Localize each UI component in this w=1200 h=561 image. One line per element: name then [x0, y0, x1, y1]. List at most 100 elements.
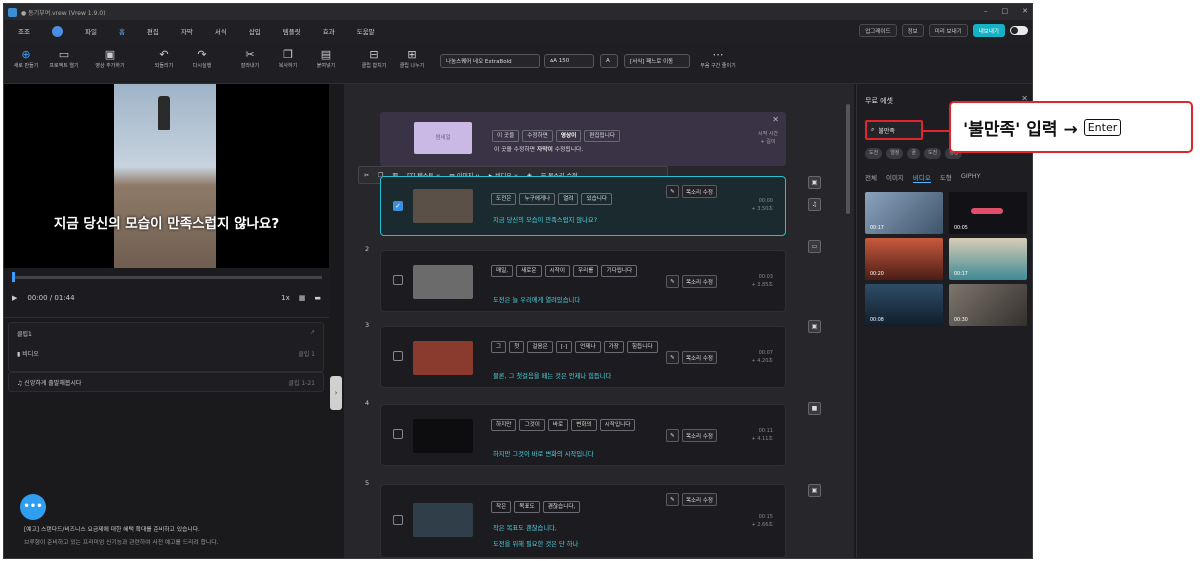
word-chip[interactable]: 새로운 — [516, 265, 542, 277]
word-chip[interactable]: 하지만 — [491, 419, 517, 431]
video-preview[interactable]: 지금 당신의 모습이 만족스럽지 않나요? — [4, 84, 329, 268]
music-note-icon[interactable]: ♫ — [808, 198, 821, 211]
clip-thumbnail[interactable] — [413, 419, 473, 453]
play-icon[interactable]: ▶ — [12, 294, 17, 302]
voice-edit-button[interactable]: 목소리 수정 — [681, 493, 717, 506]
word-chip[interactable]: 언제나 — [575, 341, 601, 353]
close-icon[interactable]: ✕ — [1022, 7, 1028, 15]
word-chip[interactable]: 열려 — [558, 193, 579, 205]
pencil-icon[interactable]: ✎ — [665, 429, 679, 442]
new-project-button[interactable]: ⊕ 새로 만들기 — [6, 48, 46, 69]
copy-button[interactable]: ❐ 복사하기 — [268, 48, 308, 69]
clip-side-icon[interactable]: ▭ — [808, 240, 821, 253]
word-chip[interactable]: 힘듭니다 — [626, 341, 658, 353]
word-chip[interactable]: [-] — [555, 341, 573, 353]
clip-checkbox[interactable]: ✓ — [393, 201, 403, 211]
clip-row[interactable]: 3 그 첫 걸음은 [-] 언제나 가장 힘듭니다 ✎ 목소리 수정 물론, 그 첫걸음을 떼… — [365, 321, 786, 388]
menu-item-subtitle[interactable]: 자막 — [181, 26, 193, 36]
font-size-select[interactable]: ᴀA 150 — [544, 54, 594, 68]
music-row[interactable]: ♫ 신앙하게 출발해봅시다 클립 1-21 — [8, 372, 324, 392]
asset-thumbnail[interactable]: 00:05 — [949, 192, 1027, 234]
clip-subtitle[interactable]: 물론, 그 첫걸음을 떼는 것은 언제나 힘듭니다 — [493, 371, 611, 380]
tab-all[interactable]: 전체 — [865, 172, 877, 183]
clip-side-icon[interactable]: ▣ — [808, 320, 821, 333]
pencil-icon[interactable]: ✎ — [665, 493, 679, 506]
clip-subtitle[interactable]: 지금 당신의 모습이 만족스럽지 않나요? — [493, 215, 597, 224]
thumbnail-placeholder[interactable]: 썸네일 — [414, 122, 472, 154]
word-chip[interactable]: 그것이 — [519, 419, 545, 431]
panel-collapse-button[interactable]: › — [330, 376, 342, 410]
scrollbar[interactable] — [846, 104, 850, 214]
tag-chip[interactable]: 도전 — [865, 148, 883, 159]
asset-thumbnail[interactable]: 00:08 — [865, 284, 943, 326]
clip-merge-button[interactable]: ⊟ 클립 합치기 — [354, 48, 394, 69]
pencil-icon[interactable]: ✎ — [665, 185, 679, 198]
maximize-icon[interactable]: □ — [1002, 7, 1009, 15]
word-chip[interactable]: 변화의 — [571, 419, 597, 431]
word-chip[interactable]: 시작입니다 — [599, 419, 636, 431]
asset-thumbnail[interactable]: 00:17 — [949, 238, 1027, 280]
cut-button[interactable]: ✂ 잘라내기 — [230, 48, 270, 69]
word-chip[interactable]: 편집됩니다 — [584, 130, 620, 142]
clip-subtitle[interactable]: 도전을 위해 필요한 것은 단 하나 — [493, 539, 578, 548]
redo-button[interactable]: ↷ 다시실행 — [182, 48, 222, 69]
reduce-silence-button[interactable]: ⋯ 무음 구간 줄이기 — [698, 48, 738, 69]
clip-checkbox[interactable] — [393, 515, 403, 525]
clip-thumbnail[interactable] — [413, 265, 473, 299]
menu-item-insert[interactable]: 삽입 — [249, 26, 261, 36]
word-chip[interactable]: 영상이 — [555, 130, 582, 142]
clip-checkbox[interactable] — [393, 275, 403, 285]
notice-banner[interactable]: [예고] 스탠다드/비즈니스 요금제에 대한 혜택 확대를 준비하고 있습니다.… — [4, 520, 329, 558]
preview-button[interactable]: 미리 보내기 — [928, 24, 968, 37]
format-panel-button[interactable]: [서식] 패느로 이동 — [624, 54, 690, 68]
menu-item-template[interactable]: 템플릿 — [283, 26, 301, 36]
word-chip[interactable]: 도전은 — [491, 193, 517, 205]
subtitle-toggle-icon[interactable]: ▬ — [314, 294, 321, 302]
word-chip[interactable]: 그 — [491, 341, 507, 353]
clip-subtitle[interactable]: 작은 목표도 괜찮습니다, — [493, 523, 557, 532]
clip-row[interactable]: ✓ 도전은 누구에게나 열려 있습니다 ✎ 목소리 수정 지금 당신의 모습이 만족스럽… — [380, 176, 786, 236]
undo-button[interactable]: ↶ 되돌리기 — [144, 48, 184, 69]
clip-checkbox[interactable] — [393, 429, 403, 439]
word-chip[interactable]: 우리를 — [572, 265, 599, 277]
asset-thumbnail[interactable]: 00:20 — [865, 238, 943, 280]
menu-item-format[interactable]: 서식 — [215, 26, 227, 36]
info-button[interactable]: 정보 — [901, 24, 924, 37]
clip-side-icon[interactable]: ▣ — [808, 484, 821, 497]
word-chip[interactable]: 바로 — [547, 419, 569, 431]
menu-item-effects[interactable]: 효과 — [323, 26, 335, 36]
avatar[interactable] — [51, 25, 63, 37]
voice-edit-button[interactable]: 목소리 수정 — [681, 185, 717, 198]
word-chip[interactable]: 첫 — [509, 341, 525, 353]
word-chip[interactable]: 가장 — [603, 341, 624, 353]
open-project-button[interactable]: ▭ 프로젝트 열기 — [44, 48, 84, 69]
tab-video[interactable]: 비디오 — [912, 172, 931, 183]
clip-thumbnail[interactable] — [413, 189, 473, 223]
menu-item-edit[interactable]: 편집 — [147, 26, 159, 36]
word-chip[interactable]: 걸음은 — [527, 341, 553, 353]
add-video-button[interactable]: ▣ 영상 추가하기 — [90, 48, 130, 69]
clip-side-icon[interactable]: ■ — [808, 402, 821, 415]
clip-thumbnail[interactable] — [413, 341, 473, 375]
word-chip[interactable]: 누구에게나 — [519, 193, 556, 205]
tab-image[interactable]: 이미지 — [886, 172, 904, 183]
chat-support-button[interactable]: ••• — [20, 494, 46, 520]
menu-item-home[interactable]: 홈 — [119, 26, 125, 36]
clip-subtitle[interactable]: 하지만 그것이 바로 변화의 시작입니다 — [493, 449, 594, 458]
scissors-icon[interactable]: ✂ — [364, 172, 369, 179]
clip-row[interactable]: 5 작은 목표도 괜찮습니다, ✎ 목소리 수정 작은 목표도 괜찮습니다, 도전을 … — [365, 479, 786, 558]
tag-chip[interactable]: 도전 — [924, 148, 942, 159]
word-chip[interactable]: 목표도 — [514, 501, 540, 513]
menu-item-help[interactable]: 도움말 — [357, 26, 375, 36]
word-chip[interactable]: 괜찮습니다, — [542, 501, 581, 513]
tab-shape[interactable]: 도형 — [940, 172, 952, 183]
paste-button[interactable]: ▤ 붙여넣기 — [306, 48, 346, 69]
seek-bar[interactable] — [12, 276, 322, 279]
asset-search-input[interactable]: ⌕ 불만족 — [865, 120, 923, 140]
font-color-button[interactable]: A — [600, 54, 618, 68]
export-button[interactable]: 내보내기 — [972, 24, 1005, 37]
asset-thumbnail[interactable]: 00:17 — [865, 192, 943, 234]
minimize-icon[interactable]: – — [984, 7, 988, 15]
voice-edit-button[interactable]: 목소리 수정 — [681, 275, 717, 288]
word-chip[interactable]: 이 곳을 — [492, 130, 520, 142]
